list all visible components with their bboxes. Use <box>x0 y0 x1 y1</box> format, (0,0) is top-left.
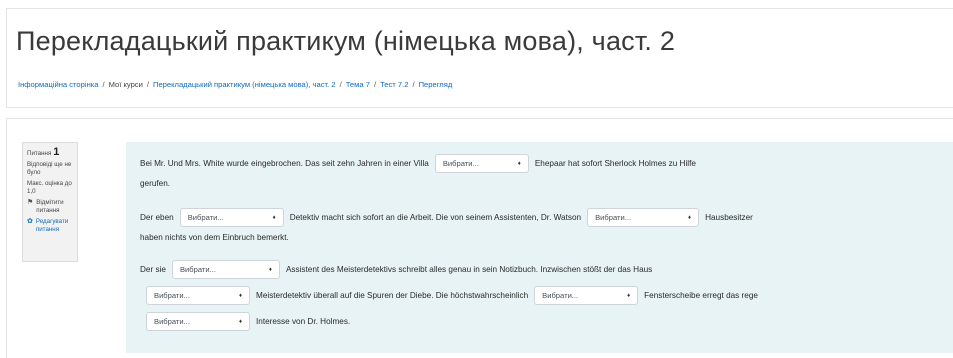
select-value: Вибрати... <box>179 265 216 274</box>
answer-select-3[interactable]: Вибрати... ♦ <box>587 208 700 227</box>
question-text: gerufen. <box>140 179 171 188</box>
breadcrumb: Інформаційна сторінка / Мої курси / Пере… <box>18 80 452 89</box>
breadcrumb-separator: / <box>102 80 105 89</box>
breadcrumb-separator: / <box>373 80 377 89</box>
question-number-label: Питання <box>27 150 52 157</box>
select-caret-icon: ♦ <box>268 266 272 273</box>
select-caret-icon: ♦ <box>688 214 692 221</box>
question-text: Assistent des Meisterdetektivs schreibt … <box>285 265 653 274</box>
answer-select-4[interactable]: Вибрати... ♦ <box>171 260 280 279</box>
select-caret-icon: ♦ <box>627 292 631 299</box>
question-line-4: haben nichts von dem Einbruch bemerkt. <box>140 233 289 242</box>
flag-question-link[interactable]: ⚑ Відмітити питання <box>27 199 73 215</box>
question-text: Der sie <box>140 265 166 274</box>
breadcrumb-item-my-courses: Мої курси <box>108 80 143 89</box>
answer-select-2[interactable]: Вибрати... ♦ <box>179 208 284 227</box>
question-number-value: 1 <box>53 146 60 158</box>
question-line-6: Вибрати... ♦ Meisterdetektiv überall auf … <box>140 286 758 305</box>
question-line-1: Bei Mr. Und Mrs. White wurde eingebroche… <box>140 154 696 173</box>
breadcrumb-item-quiz[interactable]: Тест 7.2 <box>380 80 408 89</box>
breadcrumb-separator: / <box>146 80 149 89</box>
question-line-2: gerufen. <box>140 179 170 188</box>
question-text: Interesse von Dr. Holmes. <box>256 317 351 326</box>
question-text: Ehepaar hat sofort Sherlock Holmes zu Hi… <box>534 159 696 168</box>
question-text: Fensterscheibe erregt das rege <box>644 291 758 300</box>
breadcrumb-item-topic[interactable]: Тема 7 <box>346 80 370 89</box>
question-text: Detektiv macht sich sofort an die Arbeit… <box>289 213 582 222</box>
select-value: Вибрати... <box>595 213 632 222</box>
question-text: Bei Mr. Und Mrs. White wurde eingebroche… <box>140 159 429 168</box>
select-caret-icon: ♦ <box>272 214 276 221</box>
edit-question-link[interactable]: ✿ Редагувати питання <box>27 218 73 234</box>
edit-question-label: Редагувати питання <box>35 218 69 233</box>
select-caret-icon: ♦ <box>238 292 242 299</box>
select-caret-icon: ♦ <box>517 160 521 167</box>
select-value: Вибрати... <box>187 213 224 222</box>
answer-select-7[interactable]: Вибрати... ♦ <box>146 312 250 331</box>
question-text: Der eben <box>140 213 174 222</box>
select-value: Вибрати... <box>442 159 479 168</box>
breadcrumb-separator: / <box>339 80 342 89</box>
question-marks: Макс. оцінка до 1,0 <box>27 180 72 195</box>
select-value: Вибрати... <box>542 291 579 300</box>
flag-icon: ⚑ <box>27 199 34 206</box>
select-value: Вибрати... <box>154 317 190 326</box>
question-info-panel: Питання 1 Відповіді ще не було Макс. оці… <box>22 142 78 262</box>
page-title: Перекладацький практикум (німецька мова)… <box>16 26 676 56</box>
question-line-5: Der sie Вибрати... ♦ Assistent des Meiste… <box>140 260 652 279</box>
flag-question-label: Відмітити питання <box>36 199 64 214</box>
question-text: Hausbesitzer <box>705 213 753 222</box>
question-text: Meisterdetektiv überall auf die Spuren d… <box>256 291 529 300</box>
question-line-7: Вибрати... ♦ Interesse von Dr. Holmes. <box>140 312 350 331</box>
header-card <box>6 8 953 108</box>
gear-icon: ✿ <box>27 218 33 225</box>
select-value: Вибрати... <box>154 291 190 300</box>
breadcrumb-item-home[interactable]: Інформаційна сторінка <box>18 80 98 89</box>
question-content: Bei Mr. Und Mrs. White wurde eingebroche… <box>126 142 953 353</box>
breadcrumb-item-course[interactable]: Перекладацький практикум (німецька мова)… <box>153 80 336 89</box>
answer-select-5[interactable]: Вибрати... ♦ <box>146 286 250 305</box>
question-number: Питання 1 <box>27 146 73 158</box>
answer-select-1[interactable]: Вибрати... ♦ <box>434 154 529 173</box>
question-text: haben nichts von dem Einbruch bemerkt. <box>140 233 289 242</box>
question-state: Відповіді ще не було <box>27 161 72 176</box>
select-caret-icon: ♦ <box>238 318 242 325</box>
breadcrumb-separator: / <box>412 80 415 89</box>
answer-select-6[interactable]: Вибрати... ♦ <box>534 286 639 305</box>
breadcrumb-item-preview[interactable]: Перегляд <box>419 80 453 89</box>
question-line-3: Der eben Вибрати... ♦ Detektiv macht sich… <box>140 208 753 227</box>
